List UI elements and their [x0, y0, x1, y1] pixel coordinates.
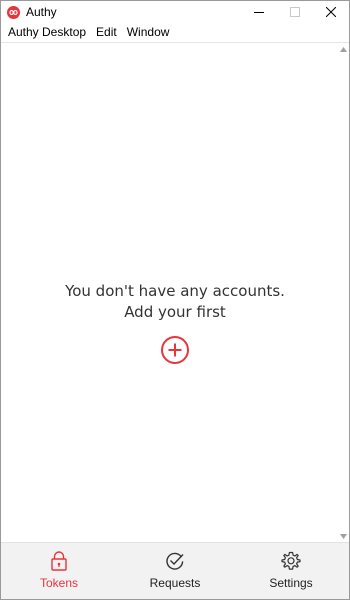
scrollbar[interactable] — [339, 43, 348, 543]
add-first-prompt: Add your first — [124, 303, 226, 321]
maximize-button[interactable] — [277, 1, 313, 23]
scroll-down-icon[interactable] — [339, 532, 348, 541]
close-button[interactable] — [313, 1, 349, 23]
maximize-icon — [290, 7, 300, 17]
tab-requests-label: Requests — [149, 576, 201, 590]
authy-logo-icon — [7, 5, 20, 19]
tab-requests[interactable]: Requests — [117, 543, 233, 599]
title-bar[interactable]: Authy — [1, 1, 349, 23]
minimize-button[interactable] — [241, 1, 277, 23]
scroll-up-icon[interactable] — [339, 45, 348, 54]
bottom-navigation: Tokens Requests Settings — [1, 542, 349, 599]
menu-authy-desktop[interactable]: Authy Desktop — [3, 23, 91, 42]
gear-icon — [280, 550, 302, 572]
window-title: Authy — [26, 5, 57, 19]
tab-settings-label: Settings — [269, 576, 313, 590]
menu-window[interactable]: Window — [122, 23, 175, 42]
minimize-icon — [254, 12, 264, 13]
lock-icon — [48, 550, 70, 572]
app-window: Authy Authy Desktop Edit Window You don'… — [0, 0, 350, 600]
accounts-panel: You don't have any accounts. Add your fi… — [1, 43, 349, 543]
window-controls — [241, 1, 349, 23]
tab-settings[interactable]: Settings — [233, 543, 349, 599]
empty-state: You don't have any accounts. Add your fi… — [1, 281, 349, 365]
tab-tokens-label: Tokens — [39, 576, 79, 590]
menu-bar: Authy Desktop Edit Window — [1, 23, 349, 43]
close-icon — [326, 7, 336, 17]
empty-message: You don't have any accounts. — [65, 282, 285, 300]
menu-edit[interactable]: Edit — [91, 23, 122, 42]
tab-tokens[interactable]: Tokens — [1, 543, 117, 599]
check-circle-icon — [164, 550, 186, 572]
add-account-button[interactable] — [160, 335, 190, 365]
